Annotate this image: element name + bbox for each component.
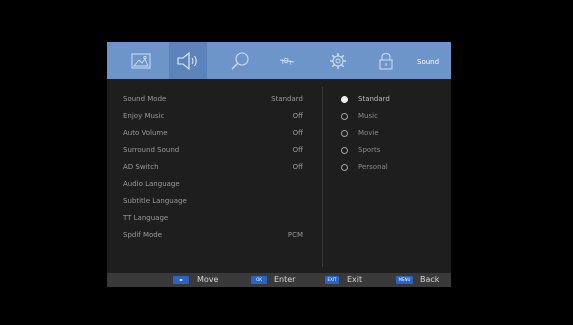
- tab-channel[interactable]: [273, 42, 301, 79]
- option-label: Standard: [358, 95, 390, 103]
- setting-tt-language[interactable]: TT Language: [123, 211, 303, 225]
- sound-menu-panel: Sound Sound Mode Standard Enjoy Music Of…: [107, 42, 451, 287]
- menu-key-icon: MENU: [396, 276, 413, 284]
- exit-hint: Exit: [347, 275, 363, 284]
- back-hint: Back: [420, 275, 440, 284]
- option-label: Music: [358, 112, 378, 120]
- setting-audio-language[interactable]: Audio Language: [123, 177, 303, 191]
- setting-label: TT Language: [123, 214, 169, 222]
- radio-icon: [341, 112, 348, 120]
- option-standard[interactable]: Standard: [341, 92, 390, 106]
- setting-label: Subtitle Language: [123, 197, 187, 205]
- gear-icon: [330, 52, 346, 69]
- settings-list: Sound Mode Standard Enjoy Music Off Auto…: [107, 79, 323, 273]
- tab-setup[interactable]: [325, 42, 351, 79]
- move-hint: Move: [197, 275, 219, 284]
- option-label: Movie: [358, 129, 379, 137]
- radio-icon: [341, 95, 348, 103]
- option-label: Personal: [358, 163, 388, 171]
- setting-value: Off: [292, 146, 303, 154]
- setting-enjoy-music[interactable]: Enjoy Music Off: [123, 109, 303, 123]
- setting-surround-sound[interactable]: Surround Sound Off: [123, 143, 303, 157]
- radio-icon: [341, 163, 348, 171]
- setting-value: Off: [292, 129, 303, 137]
- key-hint-bar: ◂▸ Move OK Enter EXIT Exit MENU Back: [107, 273, 451, 287]
- sound-mode-options: Standard Music Movie Sports Personal: [341, 79, 451, 273]
- setting-value: Standard: [271, 95, 303, 103]
- arrow-keys-icon: ◂▸: [173, 276, 189, 284]
- setting-label: Sound Mode: [123, 95, 167, 103]
- setting-ad-switch[interactable]: AD Switch Off: [123, 160, 303, 174]
- picture-icon: [131, 53, 151, 68]
- lock-icon: [379, 52, 393, 69]
- exit-key-icon: EXIT: [325, 276, 339, 284]
- menu-icon-bar: Sound: [107, 42, 451, 79]
- setting-label: Audio Language: [123, 180, 180, 188]
- setting-subtitle-language[interactable]: Subtitle Language: [123, 194, 303, 208]
- option-movie[interactable]: Movie: [341, 126, 379, 140]
- tab-sound[interactable]: [169, 42, 207, 79]
- enter-hint: Enter: [274, 275, 296, 284]
- setting-label: Spdif Mode: [123, 231, 163, 239]
- setting-value: Off: [292, 163, 303, 171]
- setting-sound-mode[interactable]: Sound Mode Standard: [123, 92, 303, 106]
- setting-spdif-mode[interactable]: Spdif Mode PCM: [123, 228, 303, 242]
- tab-search[interactable]: [225, 42, 255, 79]
- setting-label: Surround Sound: [123, 146, 180, 154]
- tab-lock[interactable]: [373, 42, 399, 79]
- option-sports[interactable]: Sports: [341, 143, 380, 157]
- setting-auto-volume[interactable]: Auto Volume Off: [123, 126, 303, 140]
- setting-label: Enjoy Music: [123, 112, 165, 120]
- setting-label: AD Switch: [123, 163, 159, 171]
- option-label: Sports: [358, 146, 381, 154]
- option-music[interactable]: Music: [341, 109, 378, 123]
- setting-value: Off: [292, 112, 303, 120]
- search-icon: [231, 51, 249, 69]
- panel-divider: [322, 87, 323, 267]
- satellite-icon: [279, 56, 295, 65]
- sound-icon: [177, 51, 197, 70]
- menu-title: Sound: [417, 58, 440, 66]
- ok-key-icon: OK: [251, 276, 267, 284]
- radio-icon: [341, 129, 348, 137]
- option-personal[interactable]: Personal: [341, 160, 388, 174]
- setting-label: Auto Volume: [123, 129, 168, 137]
- setting-value: PCM: [287, 231, 303, 239]
- radio-icon: [341, 146, 348, 154]
- tab-picture[interactable]: [125, 42, 157, 79]
